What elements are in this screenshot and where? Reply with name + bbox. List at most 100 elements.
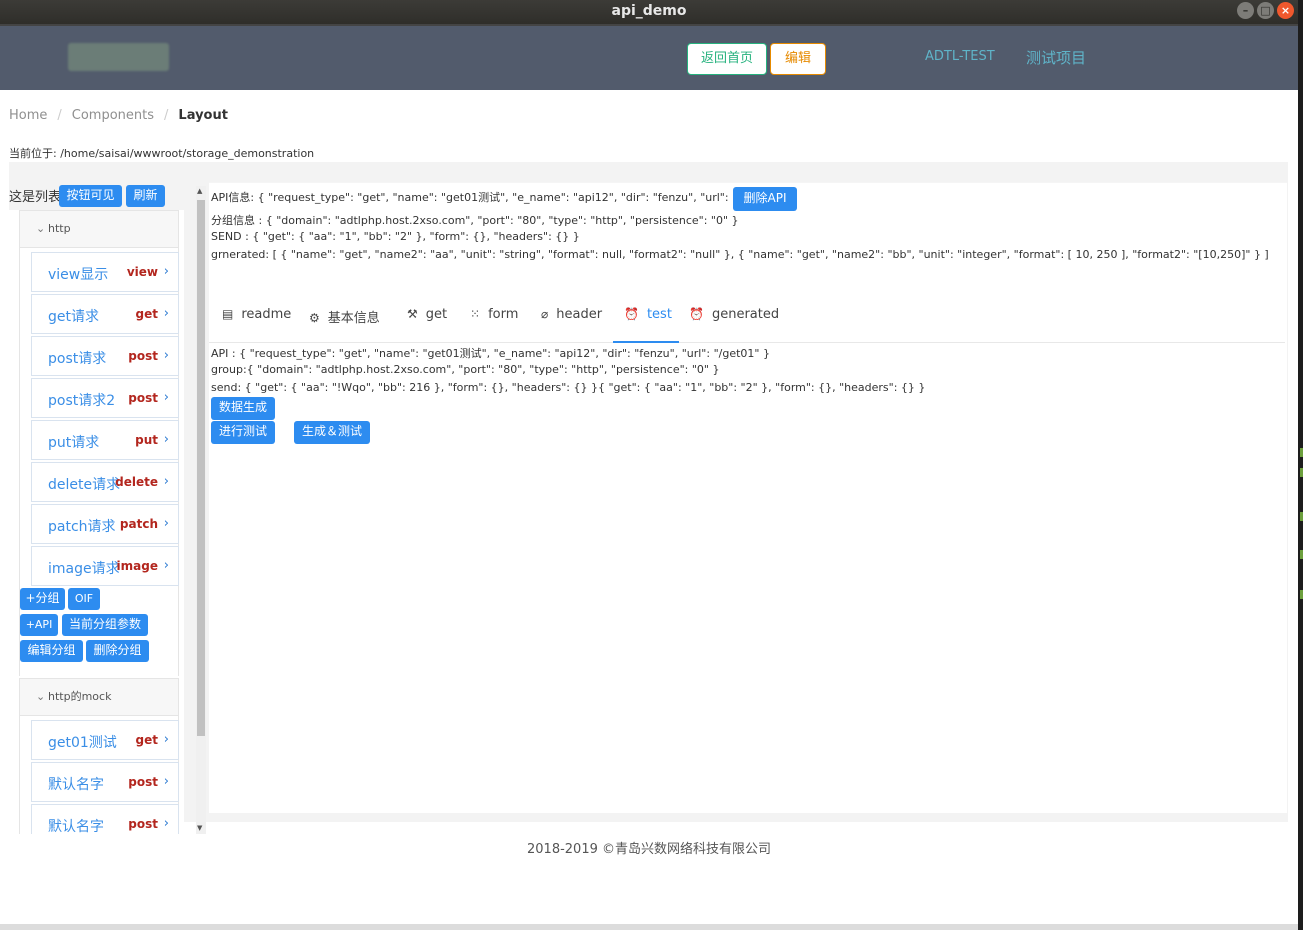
breadcrumb-components[interactable]: Components — [72, 108, 154, 123]
test-api-line: API : { "request_type": "get", "name": "… — [211, 347, 770, 360]
group-name: http — [48, 222, 71, 235]
buttons-visible-button[interactable]: 按钮可见 — [59, 185, 122, 207]
api-item[interactable]: delete请求 delete › — [31, 462, 179, 502]
api-list: ⌄ http view显示 view › get请求 get › post请求 … — [9, 210, 184, 834]
tab-readme[interactable]: ▤ readme — [222, 307, 291, 322]
chevron-right-icon: › — [163, 264, 169, 279]
window-controls: – □ × — [1237, 2, 1294, 19]
group-params-button[interactable]: 当前分组参数 — [62, 614, 148, 636]
tab-header[interactable]: ⌀ header — [541, 307, 602, 322]
chevron-right-icon: › — [163, 306, 169, 321]
chevron-right-icon: › — [163, 816, 169, 831]
send-info-line: SEND : { "get": { "aa": "1", "bb": "2" }… — [211, 230, 580, 243]
delete-api-button[interactable]: 删除API — [733, 187, 797, 211]
add-group-button[interactable]: +分组 — [20, 588, 65, 610]
adtl-test-link[interactable]: ADTL-TEST — [925, 49, 995, 64]
api-detail-panel: API信息: { "request_type": "get", "name": … — [209, 182, 1287, 813]
tab-label: get — [425, 307, 448, 322]
generate-data-button[interactable]: 数据生成 — [211, 397, 275, 420]
api-item[interactable]: 默认名字 post › — [31, 762, 179, 802]
breadcrumb-separator: / — [57, 108, 62, 123]
api-item[interactable]: get请求 get › — [31, 294, 179, 334]
test-project-link[interactable]: 测试项目 — [1026, 47, 1086, 68]
tab-form[interactable]: ⁙ form — [470, 307, 518, 322]
api-item[interactable]: patch请求 patch › — [31, 504, 179, 544]
detail-tabs: ▤ readme ⚙ 基本信息 ⚒ get ⁙ form ⌀ header ⏰ test ⏰… — [209, 291, 1285, 343]
chevron-right-icon: › — [163, 516, 169, 531]
chevron-down-icon: ⌄ — [36, 222, 46, 235]
api-method: post — [128, 391, 158, 405]
oif-button[interactable]: OIF — [68, 588, 100, 610]
tab-generated[interactable]: ⏰ generated — [689, 307, 779, 322]
tab-label: form — [488, 307, 519, 322]
scroll-down-arrow-icon[interactable]: ▼ — [197, 824, 202, 832]
tab-label: generated — [711, 307, 780, 322]
api-method: view — [126, 265, 158, 279]
sidebar-scrollbar[interactable]: ▲ ▼ — [196, 186, 206, 834]
group-body-http-mock: get01测试 get › 默认名字 post › 默认名字 post › — [19, 716, 179, 834]
scrollbar-thumb[interactable] — [197, 200, 205, 736]
alarm-icon: ⏰ — [689, 307, 704, 321]
api-method: image — [116, 559, 158, 573]
api-item[interactable]: get01测试 get › — [31, 720, 179, 760]
group-header-http[interactable]: ⌄ http — [19, 210, 179, 248]
app-window: api_demo – □ × 返回首页 编辑 ADTL-TEST 测试项目 Ho… — [0, 0, 1298, 930]
api-method: post — [128, 817, 158, 831]
book-icon: ▤ — [222, 307, 234, 321]
tools-icon: ⚒ — [407, 307, 418, 321]
paperclip-icon: ⌀ — [541, 307, 549, 321]
api-name: get请求 — [48, 309, 99, 325]
chevron-right-icon: › — [163, 558, 169, 573]
maximize-button[interactable]: □ — [1257, 2, 1274, 19]
api-name: patch请求 — [48, 519, 116, 535]
background-terminal-strip — [1298, 0, 1303, 930]
tab-label: test — [646, 307, 672, 322]
edit-button[interactable]: 编辑 — [770, 43, 826, 75]
api-name: delete请求 — [48, 477, 121, 493]
api-item[interactable]: post请求 post › — [31, 336, 179, 376]
group-body-http: view显示 view › get请求 get › post请求 post › … — [19, 248, 179, 676]
group-actions-row: +分组 OIF — [20, 588, 178, 612]
api-item[interactable]: 默认名字 post › — [31, 804, 179, 834]
alarm-icon: ⏰ — [624, 307, 639, 321]
close-button[interactable]: × — [1277, 2, 1294, 19]
home-button[interactable]: 返回首页 — [687, 43, 767, 75]
api-item[interactable]: post请求2 post › — [31, 378, 179, 418]
api-method: post — [128, 775, 158, 789]
delete-group-button[interactable]: 删除分组 — [86, 640, 149, 662]
edit-group-button[interactable]: 编辑分组 — [20, 640, 83, 662]
add-api-button[interactable]: +API — [20, 614, 58, 636]
api-name: get01测试 — [48, 735, 117, 751]
scroll-up-arrow-icon[interactable]: ▲ — [197, 187, 202, 195]
api-item[interactable]: view显示 view › — [31, 252, 179, 292]
refresh-button[interactable]: 刷新 — [126, 185, 165, 207]
chevron-right-icon: › — [163, 774, 169, 789]
bottom-border — [0, 924, 1298, 930]
api-item[interactable]: put请求 put › — [31, 420, 179, 460]
chevron-down-icon: ⌄ — [36, 690, 46, 703]
breadcrumb-home[interactable]: Home — [9, 108, 47, 123]
tab-label: readme — [241, 307, 292, 322]
test-send-line: send: { "get": { "aa": "!Wqo", "bb": 216… — [211, 381, 926, 394]
api-name: post请求2 — [48, 393, 116, 409]
tab-test[interactable]: ⏰ test — [624, 307, 672, 322]
api-name: 默认名字 — [48, 777, 104, 793]
run-test-button[interactable]: 进行测试 — [211, 421, 275, 444]
chevron-right-icon: › — [163, 348, 169, 363]
group-header-http-mock[interactable]: ⌄ http的mock — [19, 678, 179, 716]
app-header: 返回首页 编辑 ADTL-TEST 测试项目 — [0, 24, 1298, 90]
current-location: 当前位于: /home/saisai/wwwroot/storage_demon… — [9, 147, 315, 160]
api-name: put请求 — [48, 435, 100, 451]
window-titlebar: api_demo – □ × — [0, 0, 1298, 24]
chevron-right-icon: › — [163, 432, 169, 447]
api-name: view显示 — [48, 267, 109, 283]
api-list-scroll[interactable]: ⌄ http view显示 view › get请求 get › post请求 … — [9, 210, 184, 834]
group-info-line: 分组信息 : { "domain": "adtlphp.host.2xso.co… — [211, 214, 739, 227]
minimize-button[interactable]: – — [1237, 2, 1254, 19]
tab-basic-info[interactable]: ⚙ 基本信息 — [309, 307, 380, 326]
tab-get[interactable]: ⚒ get — [407, 307, 447, 322]
api-method: put — [135, 433, 158, 447]
api-info-text: API信息: { "request_type": "get", "name": … — [211, 191, 789, 204]
generate-and-test-button[interactable]: 生成＆测试 — [294, 421, 370, 444]
api-item[interactable]: image请求 image › — [31, 546, 179, 586]
